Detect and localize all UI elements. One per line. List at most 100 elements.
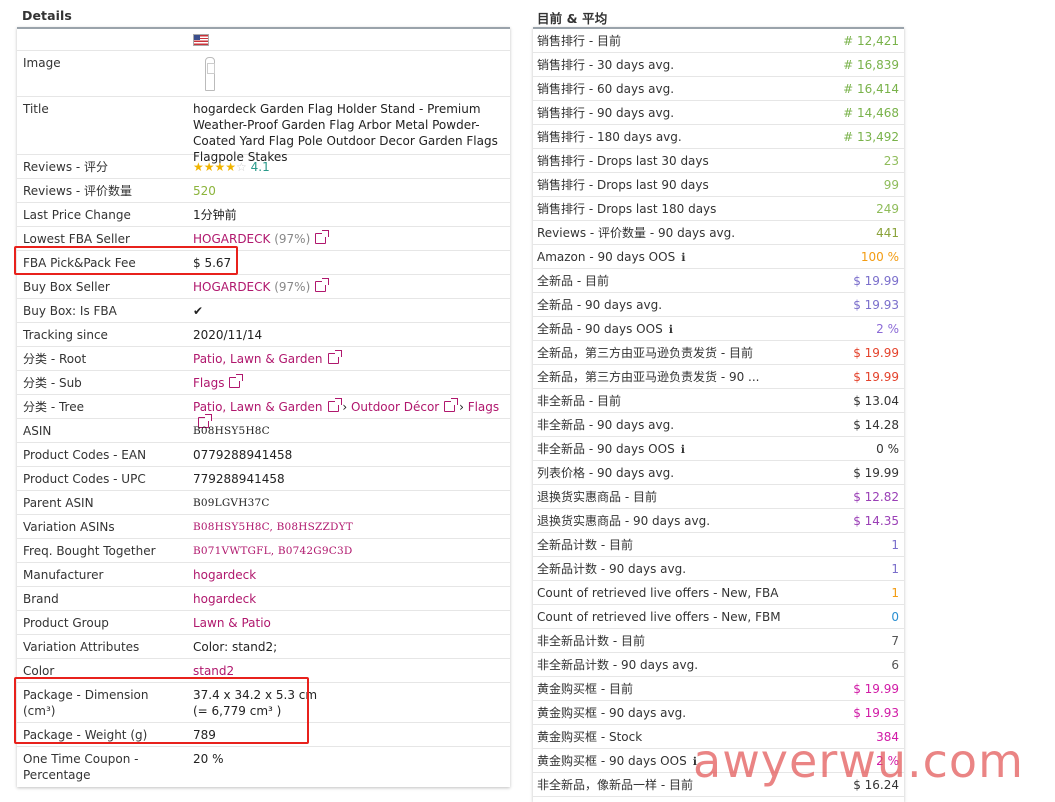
external-link-icon[interactable] bbox=[327, 350, 342, 364]
brand-link[interactable]: hogardeck bbox=[193, 591, 505, 607]
lowest-fba-seller-link[interactable]: HOGARDECK bbox=[193, 232, 270, 246]
details-row-freq-bought: Freq. Bought Together B071VWTGFL, B0742G… bbox=[17, 539, 510, 563]
external-link-icon[interactable] bbox=[444, 398, 459, 412]
fba-fee-value: $ 5.67 bbox=[193, 256, 232, 270]
averages-label: 黄金购买框 - Stock bbox=[537, 730, 643, 744]
details-label: 分类 - Root bbox=[23, 352, 87, 366]
details-label: Tracking since bbox=[23, 328, 108, 342]
averages-label: 全新品计数 - 目前 bbox=[537, 538, 633, 552]
averages-label: 非全新品 - 90 days avg. bbox=[537, 418, 675, 432]
details-row-tracking-since: Tracking since 2020/11/14 bbox=[17, 323, 510, 347]
averages-value: # 16,839 bbox=[843, 58, 899, 72]
averages-value: # 12,421 bbox=[843, 34, 899, 48]
averages-value: 100 % bbox=[860, 250, 899, 264]
averages-label: 销售排行 - 180 days avg. bbox=[537, 130, 682, 144]
seller-rating: (97%) bbox=[274, 232, 311, 246]
details-row-category-sub: 分类 - Sub Flags bbox=[17, 371, 510, 395]
averages-row: 退换货实惠商品 - 90 days avg. $ 14.35 bbox=[533, 509, 904, 533]
averages-label: 全新品 - 目前 bbox=[537, 274, 609, 288]
coupon-value: 20 % bbox=[193, 752, 224, 766]
averages-row: 全新品 - 90 days OOS ℹ 2 % bbox=[533, 317, 904, 341]
details-row-buy-box-fba: Buy Box: Is FBA ✔ bbox=[17, 299, 510, 323]
product-image[interactable] bbox=[205, 57, 215, 91]
averages-row: 黄金购买框 - 目前 $ 19.99 bbox=[533, 677, 904, 701]
averages-value: $ 13.04 bbox=[853, 394, 899, 408]
details-label: Manufacturer bbox=[23, 568, 104, 582]
details-label: Brand bbox=[23, 592, 59, 606]
us-flag-icon bbox=[193, 34, 209, 46]
averages-row: 全新品，第三方由亚马逊负责发货 - 目前 $ 19.99 bbox=[533, 341, 904, 365]
buy-box-seller-link[interactable]: HOGARDECK bbox=[193, 280, 270, 294]
details-label: One Time Coupon - Percentage bbox=[23, 752, 139, 782]
averages-label: 列表价格 - 90 days avg. bbox=[537, 466, 675, 480]
averages-label: 非全新品计数 - 目前 bbox=[537, 634, 645, 648]
details-row-image: Image bbox=[17, 51, 510, 97]
info-icon[interactable]: ℹ bbox=[681, 251, 685, 264]
averages-value: 1 bbox=[891, 538, 899, 552]
averages-label: 销售排行 - Drops last 30 days bbox=[537, 154, 709, 168]
averages-label-wrap: 黄金购买框 - 90 days OOS ℹ bbox=[537, 753, 697, 770]
asin-value: B08HSY5H8C bbox=[193, 425, 270, 437]
averages-label: 退换货实惠商品 - 目前 bbox=[537, 490, 657, 504]
details-row-upc: Product Codes - UPC 779288941458 bbox=[17, 467, 510, 491]
averages-row: 销售排行 - Drops last 30 days 23 bbox=[533, 149, 904, 173]
averages-label: 销售排行 - 30 days avg. bbox=[537, 58, 675, 72]
freq-bought-link[interactable]: B071VWTGFL, B0742G9C3D bbox=[193, 543, 505, 559]
averages-label-wrap: Amazon - 90 days OOS ℹ bbox=[537, 249, 685, 266]
averages-value: 249 bbox=[876, 202, 899, 216]
details-row-title: Title hogardeck Garden Flag Holder Stand… bbox=[17, 97, 510, 164]
averages-heading: 目前 & 平均 bbox=[537, 11, 608, 26]
averages-value: 6 bbox=[891, 658, 899, 672]
averages-value: $ 19.99 bbox=[853, 370, 899, 384]
details-row-ean: Product Codes - EAN 0779288941458 bbox=[17, 443, 510, 467]
details-row-flag bbox=[17, 29, 510, 51]
averages-label: 非全新品 - 90 days OOS bbox=[537, 442, 675, 456]
averages-row: 黄金购买框 - 90 days avg. $ 19.93 bbox=[533, 701, 904, 725]
upc-value: 779288941458 bbox=[193, 472, 285, 486]
product-group-link[interactable]: Lawn & Patio bbox=[193, 615, 505, 631]
external-link-icon[interactable] bbox=[327, 398, 342, 412]
variation-attributes: Color: stand2; bbox=[193, 640, 278, 654]
external-link-icon[interactable] bbox=[229, 374, 244, 388]
tracking-since: 2020/11/14 bbox=[193, 328, 263, 342]
external-link-icon[interactable] bbox=[315, 230, 330, 244]
info-icon[interactable]: ℹ bbox=[681, 443, 685, 456]
variation-asins-link[interactable]: B08HSY5H8C, B08HSZZDYT bbox=[193, 519, 505, 535]
category-root-link[interactable]: Patio, Lawn & Garden bbox=[193, 352, 323, 366]
manufacturer-link[interactable]: hogardeck bbox=[193, 567, 505, 583]
checkmark-icon: ✔ bbox=[193, 304, 204, 318]
averages-label: 全新品 - 90 days avg. bbox=[537, 298, 663, 312]
averages-value: 23 bbox=[883, 154, 899, 168]
averages-row: 销售排行 - 90 days avg. # 14,468 bbox=[533, 101, 904, 125]
averages-label: 销售排行 - Drops last 90 days bbox=[537, 178, 709, 192]
averages-label: Amazon - 90 days OOS bbox=[537, 250, 676, 264]
category-tree-link-3[interactable]: Flags bbox=[468, 400, 499, 414]
averages-row: 全新品计数 - 90 days avg. 1 bbox=[533, 557, 904, 581]
category-tree-link-1[interactable]: Patio, Lawn & Garden bbox=[193, 400, 323, 414]
external-link-icon[interactable] bbox=[315, 278, 330, 292]
ean-value: 0779288941458 bbox=[193, 448, 293, 462]
averages-label: 全新品计数 - 90 days avg. bbox=[537, 562, 687, 576]
details-label: 分类 - Tree bbox=[23, 400, 84, 414]
averages-label: 黄金购买框 - 90 days avg. bbox=[537, 706, 687, 720]
averages-value: $ 19.99 bbox=[853, 346, 899, 360]
averages-value: $ 19.99 bbox=[853, 274, 899, 288]
details-row-last-price-change: Last Price Change 1分钟前 bbox=[17, 203, 510, 227]
details-row-review-count: Reviews - 评价数量 520 bbox=[17, 179, 510, 203]
category-sub-link[interactable]: Flags bbox=[193, 376, 224, 390]
category-tree-link-2[interactable]: Outdoor Décor bbox=[351, 400, 439, 414]
averages-label-wrap: 非全新品 - 90 days OOS ℹ bbox=[537, 441, 685, 458]
averages-label: 退换货实惠商品 - 90 days avg. bbox=[537, 514, 711, 528]
info-icon[interactable]: ℹ bbox=[669, 323, 673, 336]
averages-row: 销售排行 - Drops last 90 days 99 bbox=[533, 173, 904, 197]
averages-label: 全新品 - 90 days OOS bbox=[537, 322, 663, 336]
details-label: Lowest FBA Seller bbox=[23, 232, 130, 246]
averages-row: 非全新品 - 90 days OOS ℹ 0 % bbox=[533, 437, 904, 461]
averages-value: $ 19.99 bbox=[853, 466, 899, 480]
averages-value: # 14,468 bbox=[843, 106, 899, 120]
details-row-category-root: 分类 - Root Patio, Lawn & Garden bbox=[17, 347, 510, 371]
averages-row: 全新品计数 - 目前 1 bbox=[533, 533, 904, 557]
watermark: awyerwu.com bbox=[693, 734, 1024, 788]
details-label: Buy Box Seller bbox=[23, 280, 110, 294]
averages-value: # 16,414 bbox=[843, 82, 899, 96]
